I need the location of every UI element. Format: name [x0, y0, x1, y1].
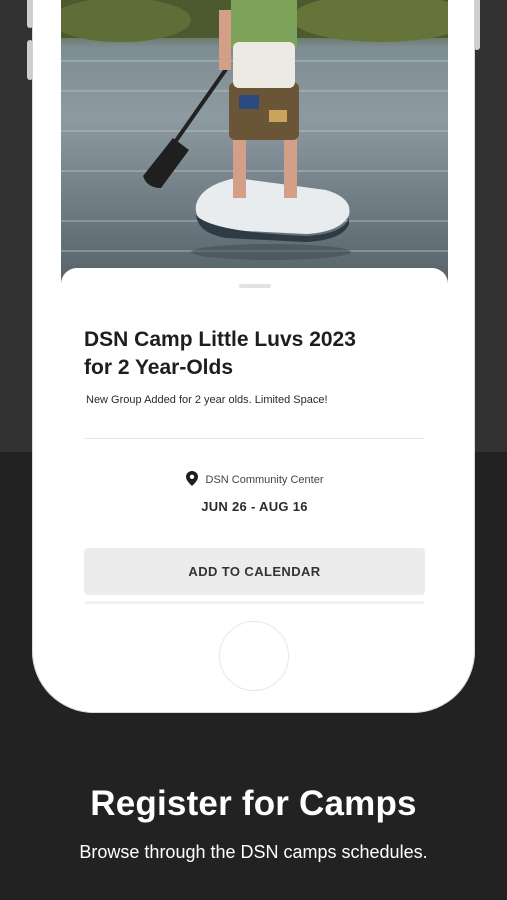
promo-title: Register for Camps: [90, 784, 417, 823]
location-pin-icon: [185, 471, 198, 489]
event-title: DSN Camp Little Luvs 2023 for 2 Year-Old…: [84, 326, 424, 382]
phone-volume-button-lower: [27, 40, 33, 80]
hero-image-paddleboard: [61, 0, 448, 292]
event-location: DSN Community Center: [61, 471, 448, 489]
divider: [84, 438, 425, 439]
promo-subtitle: Browse through the DSN camps schedules.: [79, 842, 428, 862]
phone-screen: DSN Camp Little Luvs 2023 for 2 Year-Old…: [61, 0, 448, 604]
event-detail-sheet: DSN Camp Little Luvs 2023 for 2 Year-Old…: [61, 268, 448, 604]
add-to-calendar-button[interactable]: ADD TO CALENDAR: [84, 548, 425, 595]
phone-home-button: [219, 621, 289, 691]
event-subtitle: New Group Added for 2 year olds. Limited…: [86, 394, 328, 406]
phone-power-button: [474, 0, 480, 50]
event-dates: JUN 26 - AUG 16: [201, 499, 308, 514]
event-title-line1: DSN Camp Little Luvs 2023: [84, 328, 356, 351]
phone-volume-button: [27, 0, 33, 28]
next-button-partial[interactable]: [84, 601, 425, 604]
location-text: DSN Community Center: [205, 474, 324, 486]
event-title-line2: for 2 Year-Olds: [84, 356, 234, 379]
hero-photo: [61, 0, 448, 260]
sheet-grabber[interactable]: [239, 284, 271, 288]
